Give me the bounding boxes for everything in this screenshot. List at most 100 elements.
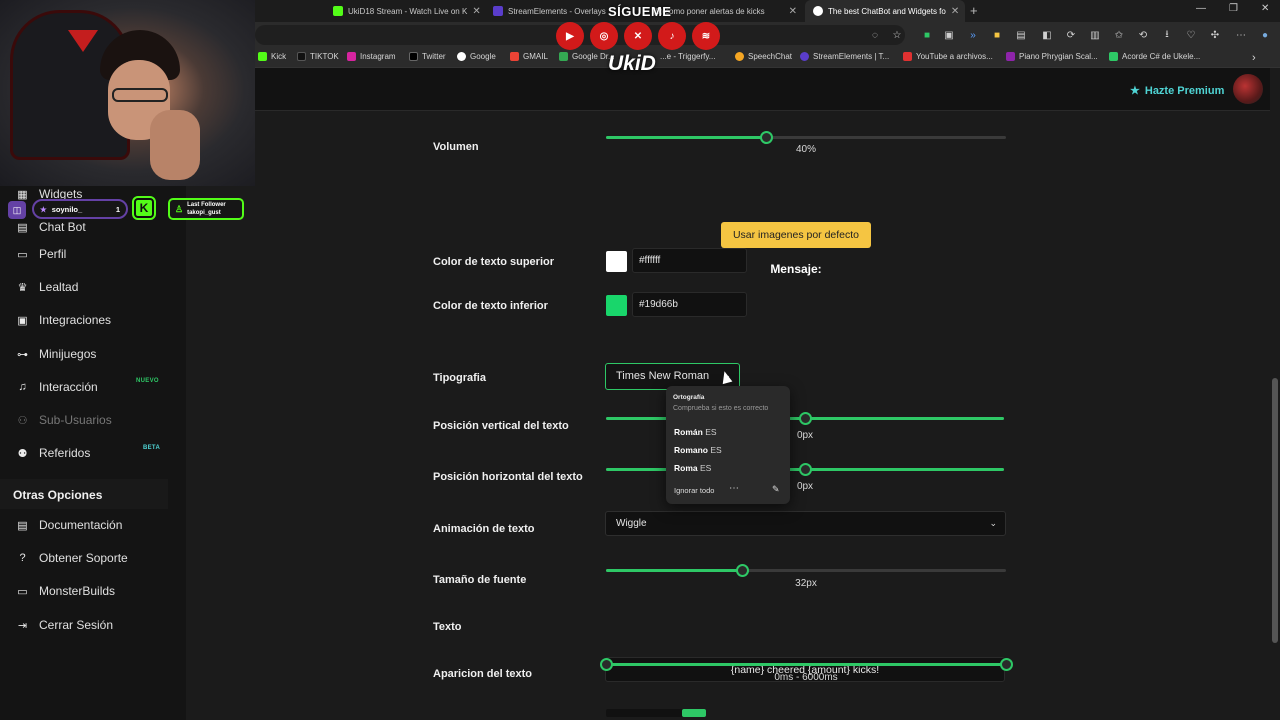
message-heading: Mensaje: <box>770 262 822 276</box>
close-tab-icon[interactable]: ✕ <box>789 6 797 17</box>
volume-slider[interactable] <box>606 131 1006 144</box>
last-follower-box: ♙ Last Follower takopi_gust <box>168 198 244 220</box>
minimize-icon[interactable]: — <box>1196 3 1206 14</box>
default-images-button[interactable]: Usar imagenes por defecto <box>721 222 871 248</box>
gmail-icon <box>510 52 519 61</box>
font-size-slider[interactable] <box>606 564 1006 577</box>
sidebar-item-monsterbuilds[interactable]: ▭ MonsterBuilds <box>16 584 115 598</box>
page-scrollbar[interactable] <box>1270 68 1280 720</box>
tab-botrix-active[interactable]: The best ChatBot and Widgets fo ✕ <box>805 0 965 22</box>
profile-icon[interactable]: ● <box>1258 28 1272 42</box>
bookmark-triggerfy[interactable]: ...e - Triggerfy... <box>660 52 715 61</box>
slider-thumb[interactable] <box>799 463 812 476</box>
suggestion-item[interactable]: Román ES <box>674 427 717 437</box>
sidebar-item-sub-usuarios[interactable]: ⚇ Sub-Usuarios <box>16 413 112 427</box>
copilot-icon[interactable]: ✣ <box>1208 28 1222 42</box>
sidebar-item-cerrar-sesion[interactable]: ⇥ Cerrar Sesión <box>16 618 113 632</box>
close-tab-icon[interactable]: ✕ <box>951 6 959 17</box>
top-color-swatch[interactable] <box>606 251 627 272</box>
close-tab-icon[interactable]: ✕ <box>472 6 480 17</box>
split-screen-icon[interactable]: ▥ <box>1088 28 1102 42</box>
sidebar-item-label: Interacción <box>39 380 98 394</box>
bookmark-instagram[interactable]: Instagram <box>347 52 396 61</box>
top-color-input[interactable]: #ffffff <box>632 248 747 273</box>
bookmark-drive[interactable]: Google Dr... <box>559 52 615 61</box>
sidebar-item-integraciones[interactable]: ▣ Integraciones <box>16 313 111 327</box>
avatar[interactable] <box>1233 74 1263 104</box>
sidebar-item-label: Lealtad <box>39 280 79 294</box>
app-header: ★ Hazte Premium <box>255 68 1270 111</box>
font-size-label: Tamaño de fuente <box>433 574 527 586</box>
extension-icon[interactable]: ▤ <box>1014 28 1028 42</box>
heart-icon[interactable]: ♡ <box>1184 28 1198 42</box>
bookmark-gmail[interactable]: GMAIL <box>510 52 548 61</box>
bookmark-piano[interactable]: Piano Phrygian Scal... <box>1006 52 1098 61</box>
edit-icon[interactable]: ✎ <box>772 484 780 495</box>
sidebar-item-soporte[interactable]: ? Obtener Soporte <box>16 551 127 565</box>
favorites-icon[interactable]: ✩ <box>1112 28 1126 42</box>
sidebar-item-perfil[interactable]: ▭ Perfil <box>16 247 66 261</box>
appearance-range-slider[interactable] <box>600 658 1013 671</box>
bookmark-youtube-archivos[interactable]: YouTube a archivos... <box>903 52 993 61</box>
chord-icon <box>1109 52 1118 61</box>
sidebar-item-interaccion[interactable]: ♫ Interacción <box>16 380 98 394</box>
ignore-all-button[interactable]: Ignorar todo <box>674 486 714 495</box>
maximize-icon[interactable]: ❐ <box>1229 3 1238 14</box>
extension-icon[interactable]: ▣ <box>942 28 956 42</box>
bookmarks-overflow-icon[interactable]: › <box>1252 52 1256 64</box>
screen: UkiD18 Stream - Watch Live on K ✕ Stream… <box>0 0 1280 720</box>
glasses-icon <box>112 88 168 102</box>
bookmark-kick[interactable]: Kick <box>258 52 286 61</box>
extension-icon[interactable]: ■ <box>990 28 1004 42</box>
sub-username: soynilo_ <box>51 204 83 214</box>
new-tab-icon[interactable]: + <box>970 3 978 18</box>
premium-button[interactable]: ★ Hazte Premium <box>1130 84 1225 98</box>
history-icon[interactable]: ⟲ <box>1136 28 1150 42</box>
bookmark-twitter[interactable]: Twitter <box>409 52 446 61</box>
slider-thumb[interactable] <box>799 412 812 425</box>
bottom-color-swatch[interactable] <box>606 295 627 316</box>
bookmark-speechchat[interactable]: SpeechChat <box>735 52 792 61</box>
bottom-color-input[interactable]: #19d66b <box>632 292 747 317</box>
volume-value: 40% <box>795 144 816 155</box>
range-end-thumb[interactable] <box>1000 658 1013 671</box>
bookmark-ukelele[interactable]: Acorde C# de Ukele... <box>1109 52 1200 61</box>
sidebar-item-documentacion[interactable]: ▤ Documentación <box>16 518 122 532</box>
extension-icon[interactable]: ◧ <box>1040 28 1054 42</box>
sidebar-item-label: MonsterBuilds <box>39 584 116 598</box>
extension-icon[interactable]: » <box>966 28 980 42</box>
extension-icon[interactable]: ■ <box>920 28 934 42</box>
bookmark-google[interactable]: Google <box>457 52 496 61</box>
last-follower-name: takopi_gust <box>187 210 221 216</box>
kick-favicon-icon <box>333 6 343 16</box>
bookmark-streamelements[interactable]: StreamElements | T... <box>800 52 889 61</box>
premium-label: Hazte Premium <box>1144 84 1225 97</box>
bookmark-label: Acorde C# de Ukele... <box>1122 52 1201 61</box>
animation-select[interactable]: Wiggle ⌄ <box>605 511 1006 536</box>
tab-kick-stream[interactable]: UkiD18 Stream - Watch Live on K ✕ <box>325 0 485 22</box>
eye-off-icon[interactable]: ◌ <box>868 28 882 42</box>
sidebar-item-chatbot[interactable]: ▤ Chat Bot <box>16 220 85 234</box>
book-icon: ▤ <box>17 519 28 532</box>
sidebar-item-label: Cerrar Sesión <box>39 618 114 632</box>
youtube-icon: ▶ <box>556 22 584 50</box>
sidebar-item-lealtad[interactable]: ♛ Lealtad <box>16 280 79 294</box>
sidebar-item-label: Sub-Usuarios <box>39 413 112 427</box>
sidebar-item-minijuegos[interactable]: ⊶ Minijuegos <box>16 347 96 361</box>
suggestion-item[interactable]: Romano ES <box>674 445 722 455</box>
bookmark-tiktok[interactable]: TIKTOK <box>297 52 339 61</box>
close-window-icon[interactable]: ✕ <box>1261 3 1269 14</box>
extension-icon[interactable]: ⟳ <box>1064 28 1078 42</box>
slider-thumb[interactable] <box>736 564 749 577</box>
sidebar-item-referidos[interactable]: ⚉ Referidos <box>16 446 91 460</box>
more-options-icon[interactable]: ⋯ <box>729 483 739 494</box>
star-icon[interactable]: ☆ <box>890 28 904 42</box>
scrollbar-thumb[interactable] <box>1272 378 1278 643</box>
volume-label: Volumen <box>433 141 479 153</box>
more-icon[interactable]: ⋯ <box>1234 28 1248 42</box>
slider-thumb[interactable] <box>760 131 773 144</box>
range-start-thumb[interactable] <box>600 658 613 671</box>
tab-label: The best ChatBot and Widgets fo <box>828 6 946 16</box>
download-icon[interactable]: ⭳ <box>1160 28 1174 42</box>
suggestion-item[interactable]: Roma ES <box>674 463 711 473</box>
